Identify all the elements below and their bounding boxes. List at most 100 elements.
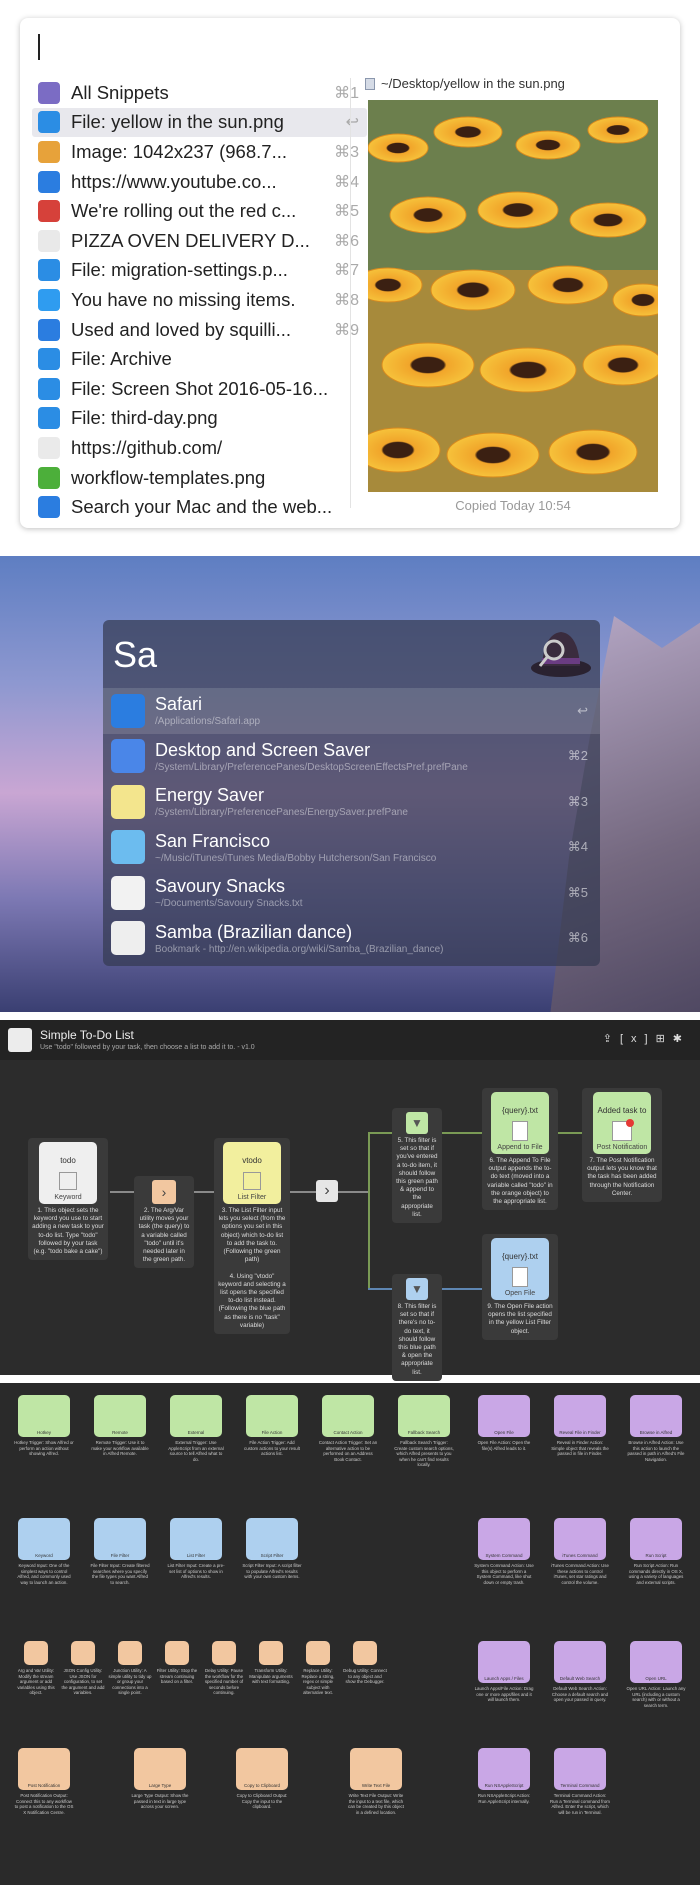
clipboard-item[interactable]: File: third-day.png — [32, 404, 367, 434]
palette-object[interactable]: Copy to Clipboard Copy to Clipboard Outpu… — [232, 1748, 292, 1810]
textedit-icon — [38, 436, 60, 459]
clipboard-item[interactable]: File: yellow in the sun.png ↩ — [32, 107, 367, 138]
clipboard-item[interactable]: File: migration-settings.p... ⌘7 — [32, 256, 367, 286]
palette-object[interactable]: Reveal File in Finder Reveal in Finder Ac… — [550, 1395, 610, 1457]
clipboard-item-shortcut: ⌘4 — [334, 173, 359, 191]
search-input-cursor[interactable] — [38, 34, 40, 60]
alfred-result-row[interactable]: Desktop and Screen Saver/System/Library/… — [103, 734, 600, 780]
palette-object[interactable]: List Filter List Filter Input: Create a p… — [166, 1518, 226, 1580]
palette-object[interactable]: Large Type Large Type Output: Show the pa… — [130, 1748, 190, 1810]
palette-object[interactable]: Run Script Run Script Action: Run command… — [626, 1518, 686, 1585]
palette-object[interactable]: System Command System Command Action: Use… — [474, 1518, 534, 1585]
open-file-label: Open File — [504, 1290, 536, 1297]
debug-icon[interactable]: ✱ — [673, 1033, 690, 1045]
clipboard-item[interactable]: https://github.com/ — [32, 433, 367, 463]
alfred-result-row[interactable]: Samba (Brazilian dance) Bookmark - http:/… — [103, 916, 600, 962]
alfred-result-row[interactable]: Energy Saver/System/Library/PreferencePa… — [103, 779, 600, 825]
palette-object[interactable]: JSON Config Utility: Use JSON for config… — [61, 1641, 105, 1696]
palette-object[interactable]: Filter Utility: Stop the stream continui… — [155, 1641, 199, 1685]
object-description: Remote Trigger: Use it to make your work… — [91, 1440, 149, 1457]
clipboard-item[interactable]: File: Archive — [32, 344, 367, 374]
object-icon — [306, 1641, 330, 1665]
alfred-search-input[interactable]: Sa — [113, 634, 157, 676]
keyword-box: todo Keyword — [39, 1142, 97, 1204]
palette-object[interactable]: Write Text File Write Text File Output: W… — [346, 1748, 406, 1815]
palette-object[interactable]: Browse in Alfred Browse in Alfred Action:… — [626, 1395, 686, 1462]
result-subtitle: ~/Music/iTunes/iTunes Media/Bobby Hutche… — [155, 852, 437, 864]
append-file-node[interactable]: {query}.txt Append to File 6. The Append… — [482, 1088, 558, 1211]
palette-object[interactable]: Debug Utility: Connect to any object and… — [343, 1641, 387, 1685]
palette-object[interactable]: External External Trigger: Use AppleScrip… — [166, 1395, 226, 1462]
palette-object[interactable]: Launch Apps / Files Launch Apps/File Acti… — [474, 1641, 534, 1703]
list-filter-head: vtodo — [242, 1156, 262, 1165]
palette-object[interactable]: Script Filter Script Filter Input: A scri… — [242, 1518, 302, 1580]
variables-icon[interactable]: [x] — [620, 1033, 656, 1045]
palette-object[interactable]: Delay Utility: Pause the workflow for th… — [202, 1641, 246, 1696]
result-icon — [111, 784, 145, 819]
alfred-result-row[interactable]: Savoury Snacks ~/Documents/Savoury Snacks… — [103, 870, 600, 916]
palette-object[interactable]: File Action File Action Trigger: Add cust… — [242, 1395, 302, 1457]
palette-object[interactable]: iTunes Command iTunes Command Action: Use… — [550, 1518, 610, 1585]
palette-object[interactable]: Remote Remote Trigger: Use it to make you… — [90, 1395, 150, 1457]
clipboard-item[interactable]: Search your Mac and the web... — [32, 492, 367, 522]
object-icon: Script Filter — [246, 1518, 298, 1560]
clipboard-item[interactable]: https://www.youtube.co... ⌘4 — [32, 167, 367, 197]
open-file-node[interactable]: {query}.txt Open File 9. The Open File a… — [482, 1234, 558, 1340]
palette-object[interactable]: Junction Utility: A simple utility to ti… — [108, 1641, 152, 1696]
object-name: Run NSAppleScript — [484, 1783, 524, 1788]
argvar-node[interactable]: › 2. The Arg/Var utility moves your task… — [134, 1176, 194, 1269]
palette-object[interactable]: Keyword Keyword Input: One of the simples… — [14, 1518, 74, 1585]
palette-object[interactable]: Replace Utility: Replace a string, regex… — [296, 1641, 340, 1696]
clipboard-item-shortcut: ⌘3 — [334, 143, 359, 161]
object-icon: Default Web Search — [554, 1641, 606, 1683]
list-filter-label: List Filter — [237, 1194, 267, 1201]
post-notification-desc: 7. The Post Notification output lets you… — [587, 1157, 657, 1197]
calendar-icon — [38, 229, 60, 252]
clipboard-item[interactable]: All Snippets ⌘1 — [32, 78, 367, 108]
clipboard-item-label: File: Screen Shot 2016-05-16... — [71, 377, 329, 399]
connection-line — [558, 1132, 584, 1134]
object-icon: Run NSAppleScript — [478, 1748, 530, 1790]
palette-object[interactable]: Fallback Search Fallback Search Trigger: … — [394, 1395, 454, 1468]
filter-icon: ▼ — [406, 1112, 428, 1134]
filter-blue-node[interactable]: ▼ 8. This filter is set so that if there… — [392, 1274, 442, 1381]
clipboard-item-shortcut: ⌘9 — [334, 321, 359, 339]
junction-node[interactable]: › — [316, 1180, 338, 1202]
alfred-result-row[interactable]: San Francisco ~/Music/iTunes/iTunes Media… — [103, 825, 600, 871]
finder-icon — [38, 377, 60, 400]
clipboard-item[interactable]: workflow-templates.png — [32, 463, 367, 493]
result-subtitle: /System/Library/PreferencePanes/DesktopS… — [155, 761, 468, 773]
palette-object[interactable]: Open URL Open URL Action: Launch any URL … — [626, 1641, 686, 1708]
filter-icon: ▼ — [406, 1278, 428, 1300]
share-icon[interactable]: ⇪ — [603, 1033, 620, 1045]
palette-object[interactable]: Default Web Search Default Web Search Act… — [550, 1641, 610, 1703]
clipboard-item[interactable]: We're rolling out the red c... ⌘5 — [32, 196, 367, 226]
filter-green-node[interactable]: ▼ 5. This filter is set so that if you'v… — [392, 1108, 442, 1224]
palette-object[interactable]: Terminal Command Terminal Command Action:… — [550, 1748, 610, 1815]
object-icon: Contact Action — [322, 1395, 374, 1437]
palette-object[interactable]: Open File Open File Action: Open the file… — [474, 1395, 534, 1451]
clipboard-item-shortcut: ⌘1 — [334, 84, 359, 102]
object-description: Arg and Var Utility: Modify the stream a… — [17, 1668, 55, 1696]
clipboard-item[interactable]: File: Screen Shot 2016-05-16... — [32, 374, 367, 404]
palette-object[interactable]: Transform Utility: Manipulate arguments … — [249, 1641, 293, 1685]
object-description: Open File Action: Open the file(s) Alfre… — [477, 1440, 531, 1451]
add-icon[interactable]: ⊞ — [656, 1033, 673, 1045]
clipboard-item-label: File: yellow in the sun.png — [71, 111, 284, 133]
clipboard-item[interactable]: PIZZA OVEN DELIVERY D... ⌘6 — [32, 226, 367, 256]
palette-object[interactable]: Post Notification Post Notification Outpu… — [14, 1748, 74, 1815]
palette-object[interactable]: Arg and Var Utility: Modify the stream a… — [14, 1641, 58, 1696]
clipboard-item[interactable]: Image: 1042x237 (968.7... ⌘3 — [32, 137, 367, 167]
keyword-node[interactable]: todo Keyword 1. This object sets the key… — [28, 1138, 108, 1261]
palette-object[interactable]: Run NSAppleScript Run NSAppleScript Actio… — [474, 1748, 534, 1804]
palette-object[interactable]: File Filter File Filter Input: Create fil… — [90, 1518, 150, 1585]
post-notification-node[interactable]: Added task to {... Post Notification 7. … — [582, 1088, 662, 1203]
clipboard-item[interactable]: Used and loved by squilli... ⌘9 — [32, 315, 367, 345]
palette-object[interactable]: Contact Action Contact Action Trigger: Se… — [318, 1395, 378, 1462]
list-filter-node[interactable]: vtodo List Filter 3. The List Filter inp… — [214, 1138, 290, 1335]
clipboard-item-label: https://github.com/ — [71, 436, 223, 458]
finder-icon — [38, 348, 60, 371]
palette-object[interactable]: Hotkey Hotkey Trigger: Show Alfred or per… — [14, 1395, 74, 1457]
alfred-result-row[interactable]: Safari/Applications/Safari.app ↩ — [103, 688, 600, 734]
clipboard-item[interactable]: You have no missing items. ⌘8 — [32, 285, 367, 315]
